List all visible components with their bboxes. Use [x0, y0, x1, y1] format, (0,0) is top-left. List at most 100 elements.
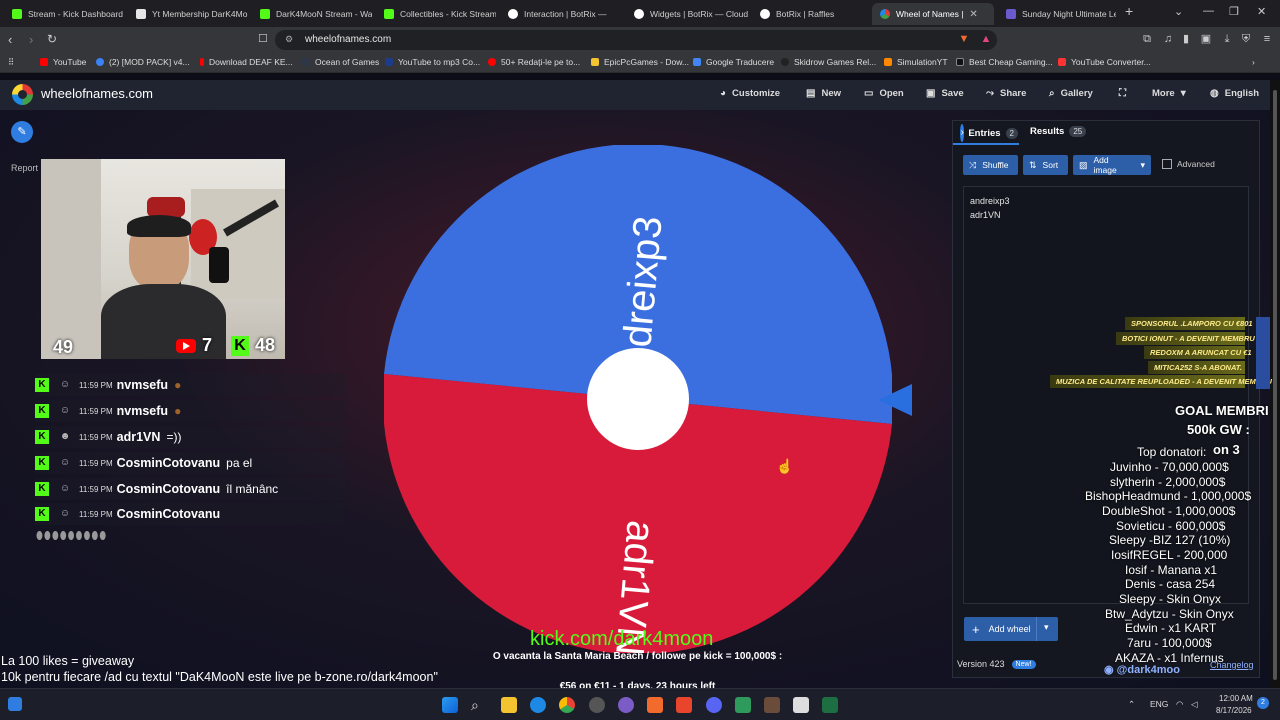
bookmark-ocean-of-games[interactable]: Ocean of Games [302, 57, 379, 67]
chat-username[interactable]: CosminCotovanu [117, 456, 220, 470]
start-icon[interactable] [442, 697, 458, 713]
brave-rewards-icon[interactable]: ▲ [980, 33, 992, 45]
search-icon[interactable]: ⌕ [471, 697, 487, 713]
advanced-checkbox[interactable]: Advanced [1162, 159, 1215, 169]
changelog-link[interactable]: Changelog [1210, 660, 1254, 670]
wallet-icon[interactable]: ▣ [1200, 33, 1212, 45]
brave-icon[interactable] [647, 697, 663, 713]
language-indicator[interactable]: ENG [1150, 699, 1168, 709]
notepad-icon[interactable] [793, 697, 809, 713]
more-button[interactable]: More ▾ [1152, 88, 1192, 99]
bookmark-google-traducere[interactable]: Google Traducere [693, 57, 774, 67]
chat-username[interactable]: nvmsefu [117, 404, 168, 418]
tab-kick-dashboard[interactable]: Stream - Kick Dashboard [4, 3, 124, 25]
chat-username[interactable]: nvmsefu [117, 378, 168, 392]
bookmark-50-redati[interactable]: 50+ Redați-le pe to... [488, 57, 580, 67]
obs-icon[interactable] [589, 697, 605, 713]
widgets-icon[interactable] [8, 697, 22, 711]
bookmark-yt-mp3[interactable]: YouTube to mp3 Co... [385, 57, 480, 67]
minimize-icon[interactable]: — [1203, 5, 1214, 17]
game-icon[interactable] [764, 697, 780, 713]
gallery-button[interactable]: ⌕ Gallery [1049, 88, 1093, 99]
report-link[interactable]: Report [11, 163, 38, 173]
checkbox-box[interactable] [1162, 159, 1172, 169]
bookmark-youtube[interactable]: YouTube [40, 57, 86, 67]
bookmark-deaf-ke[interactable]: Download DEAF KE... [200, 57, 293, 67]
forward-icon[interactable]: › [29, 32, 33, 47]
tab-botrix-interaction[interactable]: Interaction | BotRix — [500, 3, 622, 25]
tray-overflow-icon[interactable]: ⌃ [1128, 699, 1135, 710]
chat-username[interactable]: adr1VN [117, 430, 161, 444]
sidebar-icon[interactable]: ▮ [1180, 33, 1192, 45]
excel-icon[interactable] [822, 697, 838, 713]
language-button[interactable]: ◍ English [1210, 88, 1259, 99]
fullscreen-button[interactable]: ⛶ [1119, 88, 1132, 99]
tab-dark4moon-stream[interactable]: DarK4MooN Stream - Wa [252, 3, 372, 25]
extensions-icon[interactable]: ⧉ [1141, 33, 1153, 45]
share-button[interactable]: ⤳ Share [986, 88, 1026, 99]
bookmark-best-cheap-gaming[interactable]: Best Cheap Gaming... [956, 57, 1053, 67]
tab-wheel-of-names[interactable]: Wheel of Names | ✕ [872, 3, 994, 25]
tab-botrix-raffles[interactable]: BotRix | Raffles [752, 3, 868, 25]
bookmark-simulationyt[interactable]: SimulationYT [884, 57, 948, 67]
site-info-icon[interactable]: ⚙ [285, 34, 293, 45]
tab-entries[interactable]: › Entries 2 [960, 124, 1018, 142]
tab-botrix-widgets[interactable]: Widgets | BotRix — Cloud [626, 3, 748, 25]
bookmarks-overflow-icon[interactable]: › [1252, 57, 1255, 67]
bookmark-yt-converter[interactable]: YouTube Converter... [1058, 57, 1151, 67]
clock-time[interactable]: 12:00 AM [1219, 694, 1253, 703]
close-tab-icon[interactable]: ✕ [969, 9, 977, 20]
tab-sunday-night[interactable]: Sunday Night Ultimate Le [998, 3, 1116, 25]
brave-beta-icon[interactable] [676, 697, 692, 713]
apps-icon[interactable]: ⠿ [8, 57, 14, 68]
bookmark-mod-pack[interactable]: (2) [MOD PACK] v4... [96, 57, 190, 67]
chat-username[interactable]: CosminCotovanu [117, 507, 220, 521]
chevron-down-icon[interactable]: ▾ [1044, 622, 1049, 633]
edge-icon[interactable] [530, 697, 546, 713]
tab-results[interactable]: Results 25 [1030, 126, 1087, 137]
name-wheel[interactable]: andreixp3 adr1VN [384, 145, 892, 653]
bookmark-epicpcgames[interactable]: EpicPcGames - Dow... [591, 57, 689, 67]
add-wheel-button[interactable]: + Add wheel ▾ [964, 617, 1058, 641]
collapse-arrow-icon[interactable]: › [960, 124, 965, 142]
app-icon[interactable] [735, 697, 751, 713]
open-button[interactable]: ▭ Open [864, 88, 904, 99]
bookmark-skidrow[interactable]: Skidrow Games Rel... [781, 57, 876, 67]
kick-icon: K [231, 336, 249, 356]
wheel-logo-icon[interactable] [12, 84, 33, 105]
maximize-icon[interactable]: ❐ [1229, 5, 1239, 18]
wifi-icon[interactable]: ◠ [1176, 699, 1183, 710]
back-icon[interactable]: ‹ [8, 32, 12, 47]
tab-search-icon[interactable]: ⌄ [1174, 5, 1183, 18]
tab-yt-membership[interactable]: Yt Membership DarK4Mo [128, 3, 248, 25]
reload-icon[interactable]: ↻ [47, 32, 57, 46]
media-icon[interactable]: ♫ [1162, 33, 1174, 45]
menu-icon[interactable]: ≡ [1261, 33, 1273, 45]
volume-icon[interactable]: ◁ [1191, 699, 1198, 710]
chat-username[interactable]: CosminCotovanu [117, 482, 220, 496]
discord-icon[interactable] [706, 697, 722, 713]
notification-badge[interactable]: 2 [1257, 697, 1269, 709]
downloads-icon[interactable]: ⤓ [1221, 33, 1233, 45]
site-logo-text[interactable]: wheelofnames.com [41, 86, 153, 101]
sort-button[interactable]: ⇅ Sort [1023, 155, 1068, 175]
brave-shield-icon[interactable]: ▼ [958, 33, 970, 45]
url-field[interactable]: ⚙ wheelofnames.com [275, 30, 997, 50]
wheel-center[interactable] [587, 348, 689, 450]
app-icon[interactable] [618, 697, 634, 713]
customize-button[interactable]: ◕ Customize [720, 88, 780, 99]
edit-icon[interactable]: ✎ [11, 121, 33, 143]
clock-date[interactable]: 8/17/2026 [1216, 706, 1252, 715]
add-image-button[interactable]: ▨ Add image ▾ [1073, 155, 1151, 175]
new-button[interactable]: ▤ New [806, 88, 841, 99]
new-tab-button[interactable]: + [1125, 3, 1133, 19]
chrome-icon[interactable] [559, 697, 575, 713]
bookmark-icon[interactable]: ☐ [258, 32, 268, 45]
vpn-icon[interactable]: ⛨ [1240, 33, 1252, 45]
shuffle-button[interactable]: ⤨ Shuffle [963, 155, 1018, 175]
tab-collectibles[interactable]: Collectibles - Kick Stream [376, 3, 496, 25]
scrollbar-thumb[interactable] [1273, 90, 1277, 680]
save-button[interactable]: ▣ Save [926, 88, 964, 99]
close-window-icon[interactable]: ✕ [1257, 5, 1266, 18]
file-explorer-icon[interactable] [501, 697, 517, 713]
